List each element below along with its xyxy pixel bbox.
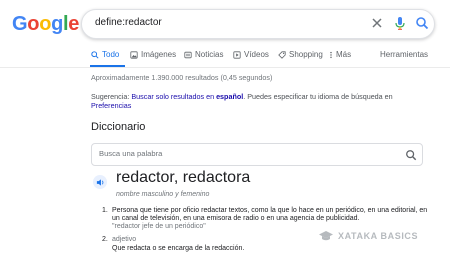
tools-button[interactable]: Herramientas	[380, 50, 428, 59]
tag-icon	[278, 50, 286, 59]
dictionary-search-box[interactable]: Busca una palabra	[91, 143, 423, 166]
suggestion-link-text: Buscar solo resultados en	[131, 92, 217, 101]
image-icon	[130, 50, 138, 59]
logo-letter: e	[68, 13, 80, 35]
tab-videos[interactable]: Vídeos	[233, 50, 269, 59]
suggestion-middle: . Puedes especificar tu idioma de búsque…	[243, 92, 393, 101]
dictionary-search-input[interactable]: Busca una palabra	[99, 149, 162, 158]
definition-number: 2.	[102, 236, 108, 243]
gender-note: nombre masculino y femenino	[116, 191, 210, 198]
definition-number: 1.	[102, 207, 108, 214]
logo-letter: G	[12, 13, 28, 35]
clear-icon[interactable]	[370, 16, 384, 35]
video-icon	[233, 50, 241, 59]
speaker-icon	[96, 178, 103, 186]
search-icon[interactable]	[415, 16, 429, 35]
tab-label: Todo	[102, 50, 120, 59]
tab-label: Shopping	[289, 50, 323, 59]
search-icon[interactable]	[405, 148, 417, 166]
suggestion-prefix: Sugerencia:	[91, 92, 132, 101]
microphone-icon[interactable]	[393, 16, 407, 35]
tab-label: Más	[336, 50, 352, 59]
suggestion-link-language: español	[216, 92, 244, 101]
dictionary-headword: redactor, redactora	[116, 169, 251, 186]
spanish-only-link[interactable]: Buscar solo resultados en español	[131, 92, 243, 101]
tab-label: Vídeos	[244, 50, 269, 59]
pronunciation-audio-button[interactable]	[93, 175, 107, 189]
tab-shopping[interactable]: Shopping	[278, 50, 323, 59]
watermark: XATAKA BASICS	[318, 230, 418, 242]
tab-more[interactable]: Más	[329, 50, 351, 59]
dictionary-title: Diccionario	[91, 121, 146, 133]
definition-text: Persona que tiene por oficio redactar te…	[112, 207, 428, 223]
google-logo[interactable]: Google	[12, 13, 79, 36]
logo-letter: o	[27, 13, 40, 35]
tab-all[interactable]: Todo	[91, 50, 119, 59]
search-icon	[91, 50, 99, 59]
preferences-link[interactable]: Preferencias	[91, 101, 131, 110]
search-input[interactable]: define:redactor	[95, 17, 162, 28]
definition-text: Que redacta o se encarga de la redacción…	[112, 245, 245, 252]
watermark-text: XATAKA BASICS	[338, 231, 419, 241]
tab-news[interactable]: Noticias	[184, 50, 223, 59]
tab-images[interactable]: Imágenes	[130, 50, 176, 59]
search-tabs: Todo Imágenes Noticias Vídeos Shopping M…	[0, 48, 450, 64]
news-icon	[184, 51, 192, 58]
tab-label: Imágenes	[141, 50, 177, 59]
logo-letter: g	[51, 13, 64, 35]
graduation-cap-icon	[319, 231, 333, 241]
header-divider	[0, 67, 450, 68]
search-box[interactable]: define:redactor	[81, 9, 435, 39]
tab-label: Noticias	[195, 50, 224, 59]
tools-label: Herramientas	[380, 50, 429, 59]
part-of-speech: adjetivo	[112, 236, 137, 243]
definition-example: "redactor jefe de un periódico"	[112, 223, 206, 230]
more-icon	[330, 51, 332, 58]
logo-letter: o	[39, 13, 52, 35]
results-stats: Aproximadamente 1.390.000 resultados (0,…	[91, 73, 273, 82]
language-suggestion: Sugerencia: Buscar solo resultados en es…	[91, 92, 421, 110]
